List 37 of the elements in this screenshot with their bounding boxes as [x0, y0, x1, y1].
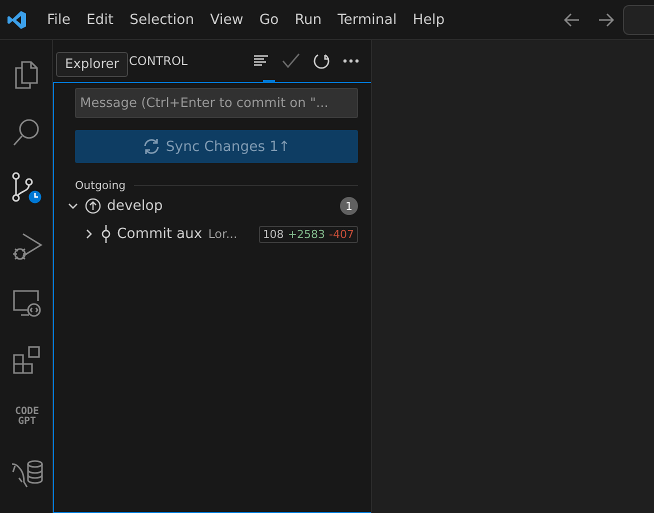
menu-item[interactable]: Go — [251, 8, 287, 32]
commit-icon — [101, 225, 111, 243]
source-control-icon[interactable] — [11, 172, 43, 206]
dolphin-database-icon[interactable] — [10, 458, 44, 490]
app-logo-icon — [7, 10, 27, 30]
refresh-icon[interactable] — [313, 52, 330, 70]
commit-title: Commit aux — [117, 226, 202, 242]
menu-item[interactable]: Terminal — [330, 8, 405, 32]
commit-description: Lor... — [208, 227, 238, 241]
menu-item[interactable]: Edit — [78, 8, 122, 32]
more-icon[interactable] — [343, 59, 359, 63]
search-icon[interactable] — [12, 116, 42, 146]
files-icon[interactable] — [13, 58, 41, 90]
menu-item[interactable]: View — [202, 8, 252, 32]
deletions-count: -407 — [329, 228, 354, 240]
commit-message-field[interactable]: Message (Ctrl+Enter to commit on "... — [75, 88, 358, 118]
forward-icon[interactable] — [597, 10, 615, 28]
back-icon[interactable] — [563, 10, 581, 28]
menu-item[interactable]: Selection — [122, 8, 202, 32]
menu-item[interactable]: Help — [404, 8, 453, 32]
tooltip: Explorer — [56, 52, 128, 77]
commit-row[interactable]: Commit aux Lor... 108 +2583 -407 — [83, 220, 358, 248]
menu-item[interactable]: Run — [286, 8, 330, 32]
insertions-count: +2583 — [288, 228, 326, 240]
remote-explorer-icon[interactable] — [12, 288, 42, 318]
checkmark-icon[interactable] — [282, 53, 300, 69]
count-badge: 1 — [340, 197, 358, 215]
panel-title: CONTROL — [129, 54, 189, 68]
files-count: 108 — [262, 228, 284, 240]
section-title: Outgoing — [75, 179, 126, 192]
codegpt-logo[interactable]: CODE GPT — [14, 406, 40, 426]
menu-item[interactable]: File — [39, 8, 78, 32]
sync-changes-button[interactable]: Sync Changes 1↑ — [75, 130, 358, 163]
branch-row[interactable]: develop 1 — [67, 192, 358, 220]
sync-icon — [142, 138, 160, 155]
extensions-icon[interactable] — [12, 344, 42, 374]
branch-name: develop — [107, 198, 163, 214]
